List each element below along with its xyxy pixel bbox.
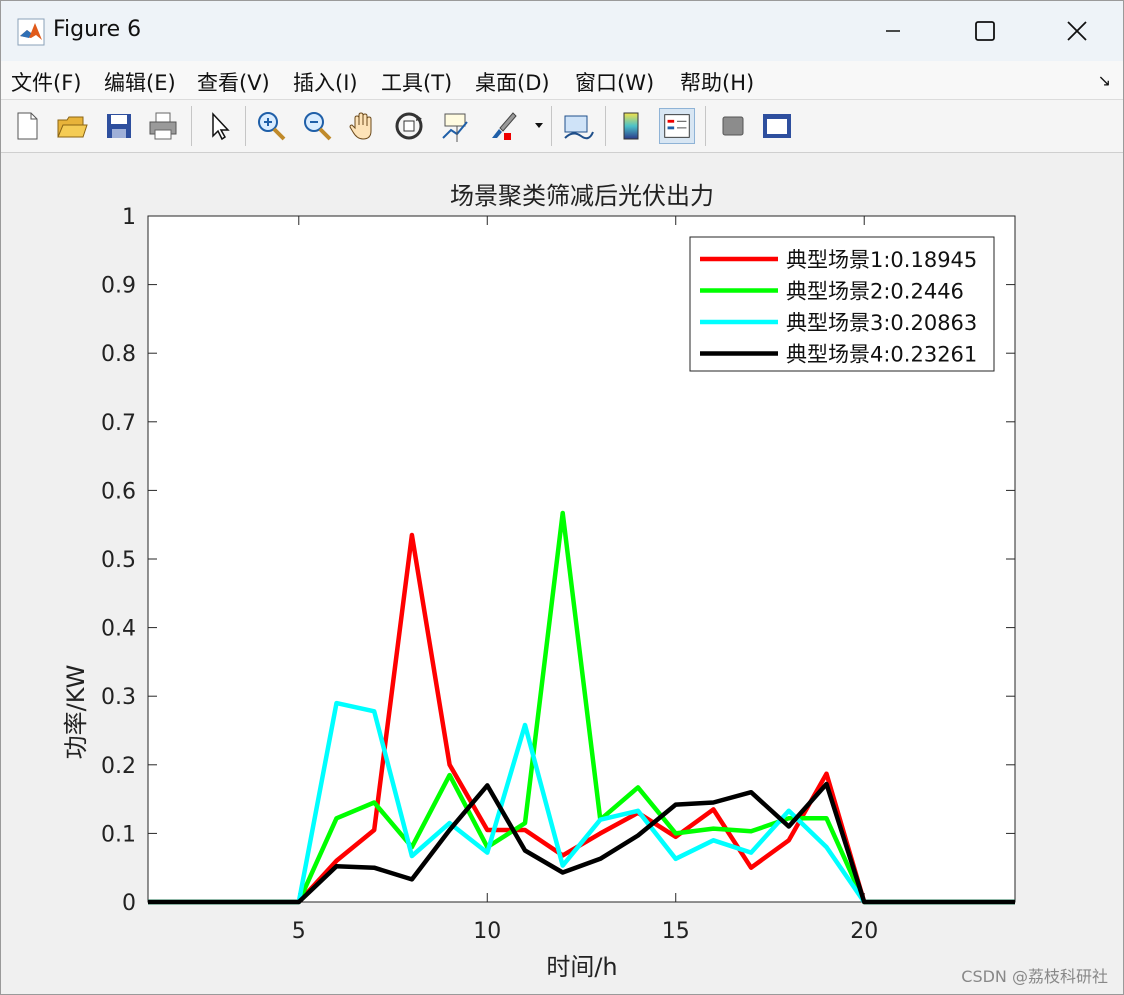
figure-toolbar	[1, 100, 1123, 153]
chart-title: 场景聚类筛减后光伏出力	[450, 182, 714, 210]
zoom-out-icon[interactable]	[299, 108, 335, 144]
rotate-3d-icon[interactable]	[391, 108, 427, 144]
x-tick-label: 10	[473, 919, 501, 944]
toolbar-separator	[551, 106, 552, 146]
menu-file[interactable]: 文件(F)	[11, 67, 81, 97]
brush-dropdown-icon[interactable]	[533, 120, 545, 130]
brush-icon[interactable]	[485, 108, 521, 144]
minimize-icon	[886, 30, 900, 32]
y-tick-label: 0.4	[101, 617, 136, 642]
select-arrow-icon[interactable]	[201, 108, 237, 144]
legend[interactable]: 典型场景1:0.18945 典型场景2:0.2446 典型场景3:0.20863 典型…	[689, 236, 995, 372]
open-file-icon[interactable]	[53, 108, 89, 144]
y-tick-label: 0.5	[101, 548, 136, 573]
x-axis-label: 时间/h	[546, 953, 617, 981]
data-cursor-icon[interactable]	[437, 108, 473, 144]
y-axis-label: 功率/KW	[62, 665, 90, 760]
y-tick-label: 0	[122, 891, 136, 916]
x-tick-labels: 5 10 15 20	[292, 919, 878, 944]
window-title: Figure 6	[53, 17, 142, 42]
chart-canvas: 场景聚类筛减后光伏出力 0 0.1 0.2 0.3 0.4 0.5 0.6 0.7 0.8 0.9…	[62, 182, 1016, 981]
y-tick-label: 0.1	[101, 822, 136, 847]
y-tick-label: 0.3	[101, 685, 136, 710]
maximize-icon	[975, 21, 995, 41]
show-plot-tools-icon[interactable]	[759, 108, 795, 144]
menu-tools[interactable]: 工具(T)	[381, 67, 452, 97]
menu-edit[interactable]: 编辑(E)	[104, 67, 176, 97]
hide-plot-tools-icon[interactable]	[715, 108, 751, 144]
y-tick-label: 0.7	[101, 411, 136, 436]
maximize-button[interactable]	[939, 1, 1031, 61]
legend-label-2: 典型场景2:0.2446	[786, 280, 964, 304]
print-icon[interactable]	[145, 108, 181, 144]
legend-label-4: 典型场景4:0.23261	[786, 343, 977, 367]
menu-desktop[interactable]: 桌面(D)	[475, 67, 550, 97]
legend-label-1: 典型场景1:0.18945	[786, 248, 977, 272]
y-tick-label: 0.8	[101, 342, 136, 367]
dock-arrow-icon[interactable]: ↘	[1098, 71, 1111, 90]
y-tick-label: 0.6	[101, 479, 136, 504]
pan-hand-icon[interactable]	[345, 108, 381, 144]
link-plot-icon[interactable]	[559, 108, 595, 144]
menu-insert[interactable]: 插入(I)	[293, 67, 358, 97]
x-tick-label: 15	[662, 919, 690, 944]
y-tick-label: 1	[122, 205, 136, 230]
menu-bar: 文件(F) 编辑(E) 查看(V) 插入(I) 工具(T) 桌面(D) 窗口(W…	[1, 61, 1123, 100]
close-icon	[1067, 21, 1087, 41]
zoom-in-icon[interactable]	[253, 108, 289, 144]
y-tick-labels: 0 0.1 0.2 0.3 0.4 0.5 0.6 0.7 0.8 0.9 1	[101, 205, 136, 916]
x-tick-label: 20	[850, 919, 878, 944]
legend-label-3: 典型场景3:0.20863	[786, 311, 977, 335]
title-bar[interactable]: Figure 6	[1, 1, 1123, 61]
legend-icon[interactable]	[659, 108, 695, 144]
menu-help[interactable]: 帮助(H)	[680, 67, 754, 97]
colorbar-icon[interactable]	[613, 108, 649, 144]
matlab-logo-icon	[17, 18, 45, 46]
toolbar-separator	[245, 106, 246, 146]
menu-window[interactable]: 窗口(W)	[575, 67, 654, 97]
y-tick-label: 0.9	[101, 274, 136, 299]
x-tick-label: 5	[292, 919, 306, 944]
close-button[interactable]	[1031, 1, 1123, 61]
toolbar-separator	[705, 106, 706, 146]
y-tick-label: 0.2	[101, 754, 136, 779]
menu-view[interactable]: 查看(V)	[197, 67, 270, 97]
toolbar-separator	[605, 106, 606, 146]
toolbar-separator	[191, 106, 192, 146]
save-icon[interactable]	[101, 108, 137, 144]
watermark: CSDN @荔枝科研社	[961, 967, 1108, 986]
new-figure-icon[interactable]	[9, 108, 45, 144]
minimize-button[interactable]	[847, 1, 939, 61]
